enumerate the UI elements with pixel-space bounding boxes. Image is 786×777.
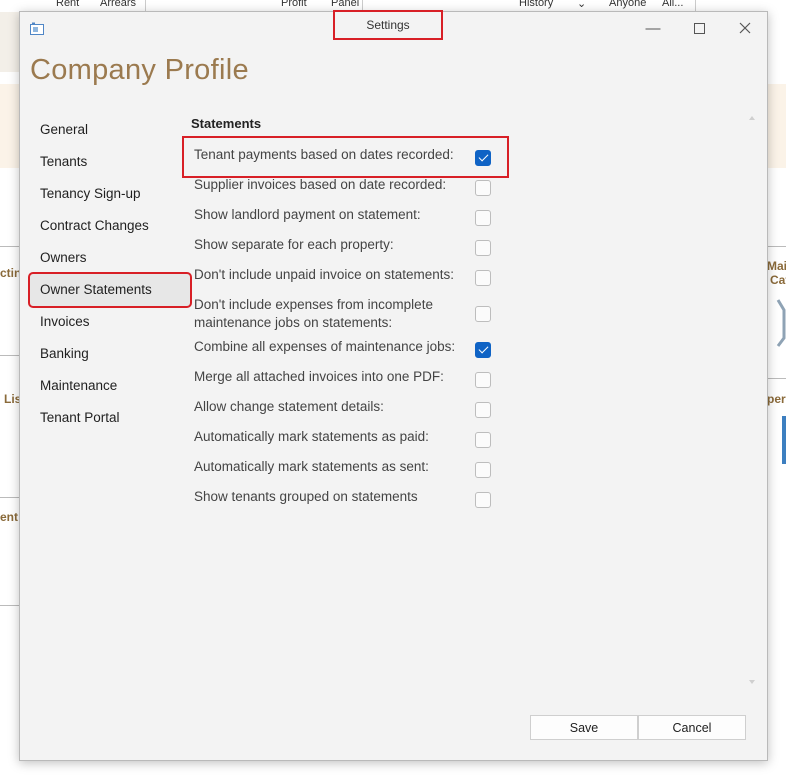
checkbox-tenant-payments-dates[interactable] [475,150,491,166]
nav-item-tenancy-sign-up[interactable]: Tenancy Sign-up [30,178,190,210]
bg-label-profit: Profit [281,0,307,9]
bg-separator [0,355,19,356]
settings-nav: General Tenants Tenancy Sign-up Contract… [28,114,192,434]
minimize-button[interactable]: — [638,18,668,38]
close-button[interactable] [730,18,760,38]
checkbox-allow-change-details[interactable] [475,402,491,418]
checkbox-combine-maintenance-expenses[interactable] [475,342,491,358]
bg-banner [768,84,786,168]
settings-dialog: Settings — Company Profile General Tenan… [19,10,768,761]
bg-right-label-3: per [767,392,786,406]
bg-banner [0,84,19,168]
option-label: Show separate for each property: [194,237,394,252]
option-label: Show tenants grouped on statements [194,489,418,504]
bg-right-label-2: Cat [770,273,786,287]
maximize-icon [693,22,705,34]
nav-item-maintenance[interactable]: Maintenance [30,370,190,402]
section-title: Statements [191,116,262,131]
bg-separator [0,605,19,606]
nav-item-tenants[interactable]: Tenants [30,146,190,178]
nav-item-contract-changes[interactable]: Contract Changes [30,210,190,242]
nav-item-invoices[interactable]: Invoices [30,306,190,338]
option-label: Automatically mark statements as sent: [194,459,429,474]
vertical-scrollbar[interactable] [747,114,757,686]
bg-label-rent: Rent [56,0,80,9]
checkbox-exclude-incomplete-jobs[interactable] [475,306,491,322]
wrench-icon [776,299,786,347]
window-title-text: Settings [366,18,410,32]
bg-separator [768,378,786,379]
option-label: Don't include unpaid invoice on statemen… [194,267,454,282]
bg-right-label-1: Mai [767,259,786,273]
checkbox-tenants-grouped[interactable] [475,492,491,508]
bg-label-all: All... [662,0,684,9]
bg-label-panel: Panel [331,0,360,9]
option-label: Supplier invoices based on date recorded… [194,177,447,192]
cancel-button[interactable]: Cancel [638,715,746,740]
checkbox-mark-paid[interactable] [475,432,491,448]
nav-item-owners[interactable]: Owners [30,242,190,274]
title-bar: Settings — [20,10,767,44]
bg-chevron-icon: ⌄ [577,0,587,10]
scroll-down-icon[interactable] [747,678,757,686]
page-title: Company Profile [30,54,249,86]
checkbox-merge-invoices-pdf[interactable] [475,372,491,388]
nav-item-banking[interactable]: Banking [30,338,190,370]
bg-separator [0,497,19,498]
bg-left-label-3: ent [0,510,18,524]
checkbox-supplier-invoices-dates[interactable] [475,180,491,196]
bg-label-arrears: Arrears [100,0,137,9]
bg-separator [0,246,19,247]
option-label: Show landlord payment on statement: [194,207,421,222]
bg-label-history: History [519,0,554,9]
maximize-button[interactable] [684,18,714,38]
option-label: Don't include expenses from incomplete m… [194,297,433,330]
nav-item-general[interactable]: General [30,114,190,146]
checkbox-show-separate-property[interactable] [475,240,491,256]
bg-label-anyone: Anyone [609,0,647,9]
checkbox-mark-sent[interactable] [475,462,491,478]
option-label: Allow change statement details: [194,399,384,414]
checkbox-show-landlord-payment[interactable] [475,210,491,226]
bg-image-edge [782,416,786,464]
option-label: Combine all expenses of maintenance jobs… [194,339,456,354]
checkbox-exclude-unpaid-invoice[interactable] [475,270,491,286]
bg-panel [0,12,19,72]
nav-item-tenant-portal[interactable]: Tenant Portal [30,402,190,434]
minimize-icon: — [645,19,661,37]
close-icon [739,22,751,34]
option-label: Automatically mark statements as paid: [194,429,429,444]
bg-separator [768,246,786,247]
save-button[interactable]: Save [530,715,638,740]
nav-item-owner-statements[interactable]: Owner Statements [28,272,192,308]
option-label: Tenant payments based on dates recorded: [194,147,454,162]
window-title: Settings [333,10,443,40]
option-label: Merge all attached invoices into one PDF… [194,369,444,384]
scroll-up-icon[interactable] [747,114,757,122]
app-icon [30,22,44,35]
